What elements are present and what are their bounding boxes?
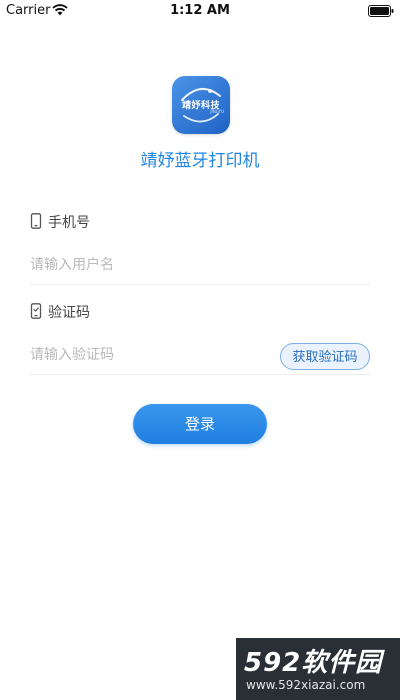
- status-time: 1:12 AM: [170, 3, 230, 18]
- code-field-row: 获取验证码: [30, 338, 370, 375]
- login-screen: Carrier 1:12 AM 靖妤科技 JINGYU 靖妤蓝牙打印机 手机号: [0, 0, 400, 700]
- watermark-brand: 592软件园: [244, 648, 383, 678]
- logo-subtext: JINGYU: [210, 109, 224, 114]
- username-input[interactable]: [30, 250, 260, 280]
- app-title: 靖妤蓝牙打印机: [140, 151, 260, 171]
- code-label: 验证码: [48, 305, 90, 321]
- app-logo: 靖妤科技 JINGYU: [172, 76, 230, 134]
- phone-icon: [30, 213, 42, 229]
- status-bar: Carrier 1:12 AM: [0, 0, 400, 22]
- verification-code-input[interactable]: [30, 340, 260, 370]
- watermark-url: www.592xiazai.com: [246, 678, 366, 692]
- verification-icon: [30, 303, 42, 319]
- watermark: 592软件园 www.592xiazai.com: [236, 638, 400, 700]
- login-button[interactable]: 登录: [133, 404, 267, 444]
- battery-icon: [368, 5, 394, 17]
- phone-label: 手机号: [48, 215, 90, 231]
- code-label-row: 验证码: [30, 302, 150, 321]
- username-field-row: [30, 248, 370, 285]
- phone-label-row: 手机号: [30, 212, 150, 231]
- get-code-button[interactable]: 获取验证码: [280, 343, 370, 370]
